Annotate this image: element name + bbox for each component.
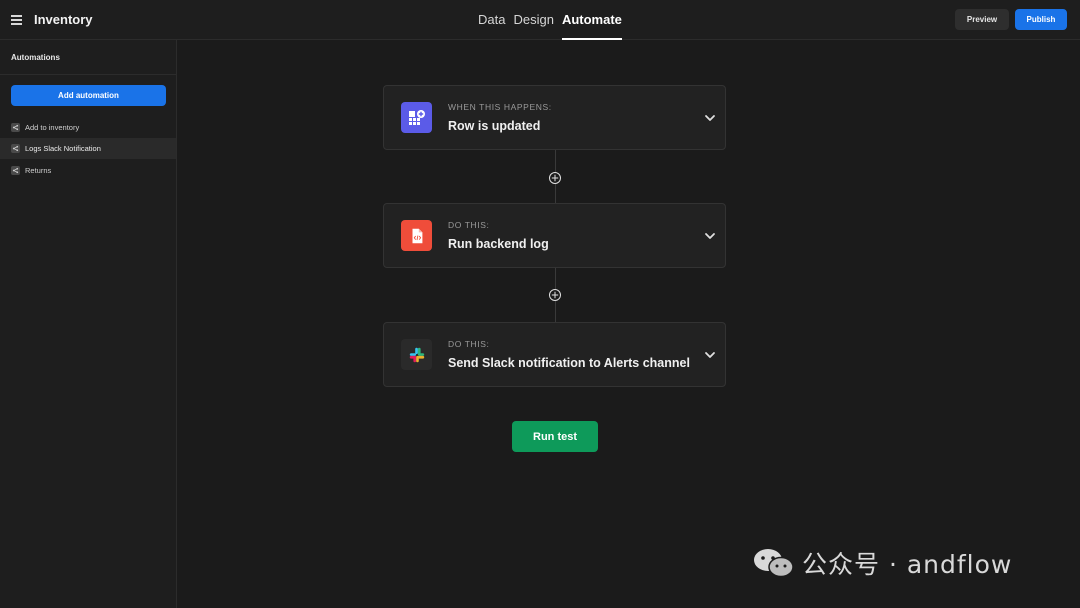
tab-design[interactable]: Design: [513, 0, 553, 40]
step-kicker: WHEN THIS HAPPENS:: [448, 102, 552, 112]
step-title: Row is updated: [448, 119, 541, 133]
sidebar-item-label: Add to inventory: [25, 123, 80, 132]
add-step-icon[interactable]: [548, 171, 562, 185]
action-step-card[interactable]: DO THIS: Send Slack notification to Aler…: [383, 322, 726, 387]
preview-button[interactable]: Preview: [955, 9, 1009, 30]
top-bar: Inventory Data Design Automate Preview P…: [0, 0, 1080, 40]
chevron-down-icon[interactable]: [704, 230, 716, 242]
add-automation-button[interactable]: Add automation: [11, 85, 166, 106]
add-step-icon[interactable]: [548, 288, 562, 302]
sidebar-item-logs-slack-notification[interactable]: Logs Slack Notification: [0, 138, 176, 159]
run-test-button[interactable]: Run test: [512, 421, 598, 452]
code-file-icon: [401, 220, 432, 251]
step-kicker: DO THIS:: [448, 339, 490, 349]
publish-button[interactable]: Publish: [1015, 9, 1067, 30]
automation-icon: [11, 166, 20, 175]
sidebar-item-label: Returns: [25, 166, 52, 175]
chevron-down-icon[interactable]: [704, 349, 716, 361]
table-row-icon: [401, 102, 432, 133]
sidebar-item-returns[interactable]: Returns: [0, 160, 176, 181]
automation-icon: [11, 144, 20, 153]
sidebar-title: Automations: [11, 53, 60, 62]
step-title: Run backend log: [448, 237, 549, 251]
tab-automate[interactable]: Automate: [561, 0, 622, 40]
sidebar-divider: [0, 74, 177, 75]
trigger-step-card[interactable]: WHEN THIS HAPPENS: Row is updated: [383, 85, 726, 150]
app-title: Inventory: [34, 12, 93, 27]
wechat-icon: [754, 549, 794, 578]
sidebar-item-add-to-inventory[interactable]: Add to inventory: [0, 117, 176, 138]
slack-icon: [401, 339, 432, 370]
sidebar-item-label: Logs Slack Notification: [25, 144, 101, 153]
watermark: 公众号 · andflow: [752, 545, 1012, 581]
step-kicker: DO THIS:: [448, 220, 490, 230]
hamburger-menu-icon[interactable]: [11, 15, 22, 25]
action-step-card[interactable]: DO THIS: Run backend log: [383, 203, 726, 268]
automations-sidebar: Automations Add automation Add to invent…: [0, 40, 177, 608]
main-tabs: Data Design Automate: [478, 0, 622, 40]
step-title: Send Slack notification to Alerts channe…: [448, 356, 690, 370]
chevron-down-icon[interactable]: [704, 112, 716, 124]
automation-icon: [11, 123, 20, 132]
watermark-text: 公众号 · andflow: [802, 550, 1013, 579]
tab-data[interactable]: Data: [478, 0, 505, 40]
